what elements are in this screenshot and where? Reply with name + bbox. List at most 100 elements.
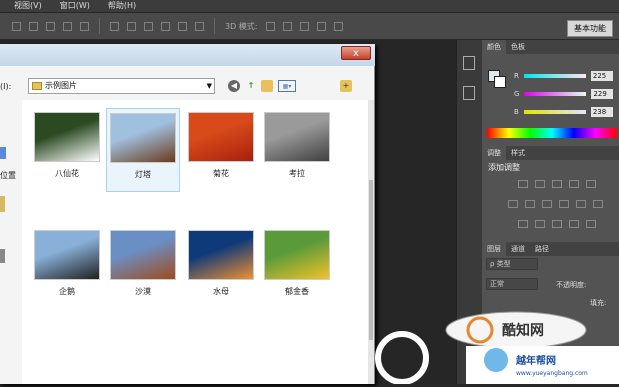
properties-icon[interactable] [463, 86, 475, 100]
options-bar: 3D 模式: 基本功能 [0, 13, 619, 40]
look-in-label: (I): [0, 82, 12, 91]
tab-swatches[interactable]: 色板 [506, 40, 530, 54]
distribute-vcenter-icon[interactable] [127, 21, 136, 31]
back-icon[interactable]: ◀ [228, 80, 240, 92]
distribute-hcenter-icon[interactable] [178, 21, 187, 31]
red-value[interactable]: 225 [590, 71, 613, 81]
blue-label: B [514, 108, 519, 116]
new-folder-icon[interactable] [261, 80, 273, 92]
vibrance-icon[interactable] [586, 180, 596, 188]
dialog-titlebar[interactable]: x [0, 44, 375, 66]
close-button[interactable]: x [341, 46, 371, 60]
channel-mixer-icon[interactable] [576, 200, 586, 208]
layer-kind-value: ρ 类型 [490, 260, 511, 268]
background-color-swatch[interactable] [494, 76, 506, 88]
align-bottom-icon[interactable] [46, 21, 55, 31]
file-item[interactable]: 考拉 [260, 108, 334, 192]
green-slider-row: G 229 [514, 88, 619, 100]
black-white-icon[interactable] [542, 200, 552, 208]
file-name: 沙漠 [135, 287, 151, 296]
blue-value[interactable]: 238 [590, 107, 613, 117]
green-value[interactable]: 229 [591, 89, 614, 99]
brightness-icon[interactable] [518, 180, 528, 188]
color-lookup-icon[interactable] [593, 200, 603, 208]
add-place-icon[interactable]: + [340, 80, 352, 92]
drag-3d-icon[interactable] [299, 21, 309, 31]
curves-icon[interactable] [552, 180, 562, 188]
tab-paths[interactable]: 路径 [530, 242, 554, 256]
file-thumbnail [264, 230, 330, 280]
workspace-basic-button[interactable]: 基本功能 [567, 20, 613, 37]
gradient-map-icon[interactable] [569, 220, 579, 228]
green-slider[interactable] [524, 92, 587, 96]
tab-color[interactable]: 颜色 [482, 40, 506, 54]
menu-window[interactable]: 窗口(W) [60, 0, 90, 12]
exposure-icon[interactable] [569, 180, 579, 188]
rotate-3d-icon[interactable] [265, 21, 275, 31]
color-balance-icon[interactable] [525, 200, 535, 208]
tab-layers[interactable]: 图层 [482, 242, 506, 256]
invert-icon[interactable] [518, 220, 528, 228]
scale-3d-icon[interactable] [333, 21, 343, 31]
distribute-left-icon[interactable] [161, 21, 170, 31]
location-label: 位置 [0, 171, 16, 180]
file-item[interactable]: 企鹅 [30, 226, 104, 310]
menu-bar: 视图(V) 窗口(W) 帮助(H) [0, 0, 619, 12]
file-item[interactable]: 菊花 [184, 108, 258, 192]
blue-slider[interactable] [523, 110, 586, 114]
opacity-label: 不透明度: [556, 281, 587, 289]
file-item[interactable]: 灯塔 [106, 108, 180, 192]
look-in-select[interactable]: 示例图片 ▼ [28, 78, 215, 94]
places-item[interactable] [0, 249, 5, 263]
blend-mode-value: 正常 [490, 280, 504, 288]
color-spectrum-bar[interactable] [487, 128, 617, 138]
open-file-dialog: x (I): 位置 示例图片 ▼ ◀ ↑ ▦▾ + 八仙花 灯塔 菊花 考拉企鹅 沙漠 水… [0, 44, 375, 384]
folder-icon [32, 82, 42, 90]
blue-slider-row: B 238 [514, 106, 619, 118]
file-list: 八仙花 灯塔 菊花 考拉企鹅 沙漠 水母 郁金香 [22, 100, 368, 384]
align-left-icon[interactable] [63, 21, 72, 31]
file-thumbnail [188, 112, 254, 162]
file-item[interactable]: 沙漠 [106, 226, 180, 310]
file-thumbnail [34, 230, 100, 280]
align-top-icon[interactable] [12, 21, 21, 31]
blend-mode-select[interactable]: 正常 [486, 278, 538, 290]
selective-color-icon[interactable] [586, 220, 596, 228]
red-slider[interactable] [523, 74, 586, 78]
file-item[interactable]: 水母 [184, 226, 258, 310]
distribute-right-icon[interactable] [195, 21, 204, 31]
distribute-top-icon[interactable] [110, 21, 119, 31]
add-adjustment-title: 添加调整 [488, 163, 520, 172]
places-item[interactable] [0, 147, 6, 159]
levels-icon[interactable] [535, 180, 545, 188]
file-name: 菊花 [213, 169, 229, 178]
roll-3d-icon[interactable] [282, 21, 292, 31]
red-label: R [514, 72, 519, 80]
tab-channels[interactable]: 通道 [506, 242, 530, 256]
tab-styles[interactable]: 样式 [506, 146, 530, 160]
color-panel-tabs: 颜色 色板 [482, 40, 619, 54]
view-menu-icon[interactable]: ▦▾ [278, 80, 296, 92]
places-item[interactable] [0, 196, 5, 212]
file-item[interactable]: 八仙花 [30, 108, 104, 192]
hue-saturation-icon[interactable] [508, 200, 518, 208]
distribute-bottom-icon[interactable] [144, 21, 153, 31]
history-icon[interactable] [463, 56, 475, 70]
green-label: G [514, 90, 520, 98]
up-folder-icon[interactable]: ↑ [245, 80, 257, 92]
file-name: 企鹅 [59, 287, 75, 296]
align-hcenter-icon[interactable] [80, 21, 89, 31]
file-name: 考拉 [289, 169, 305, 178]
threshold-icon[interactable] [552, 220, 562, 228]
layer-kind-filter[interactable]: ρ 类型 [486, 258, 538, 270]
menu-help[interactable]: 帮助(H) [108, 0, 136, 12]
posterize-icon[interactable] [535, 220, 545, 228]
menu-view[interactable]: 视图(V) [14, 0, 42, 12]
watermark-url: www.yueyangbang.com [516, 370, 588, 377]
tab-adjustments[interactable]: 调整 [482, 146, 506, 160]
file-item[interactable]: 郁金香 [260, 226, 334, 310]
photo-filter-icon[interactable] [559, 200, 569, 208]
slide-3d-icon[interactable] [316, 21, 326, 31]
align-vcenter-icon[interactable] [29, 21, 38, 31]
file-thumbnail [188, 230, 254, 280]
